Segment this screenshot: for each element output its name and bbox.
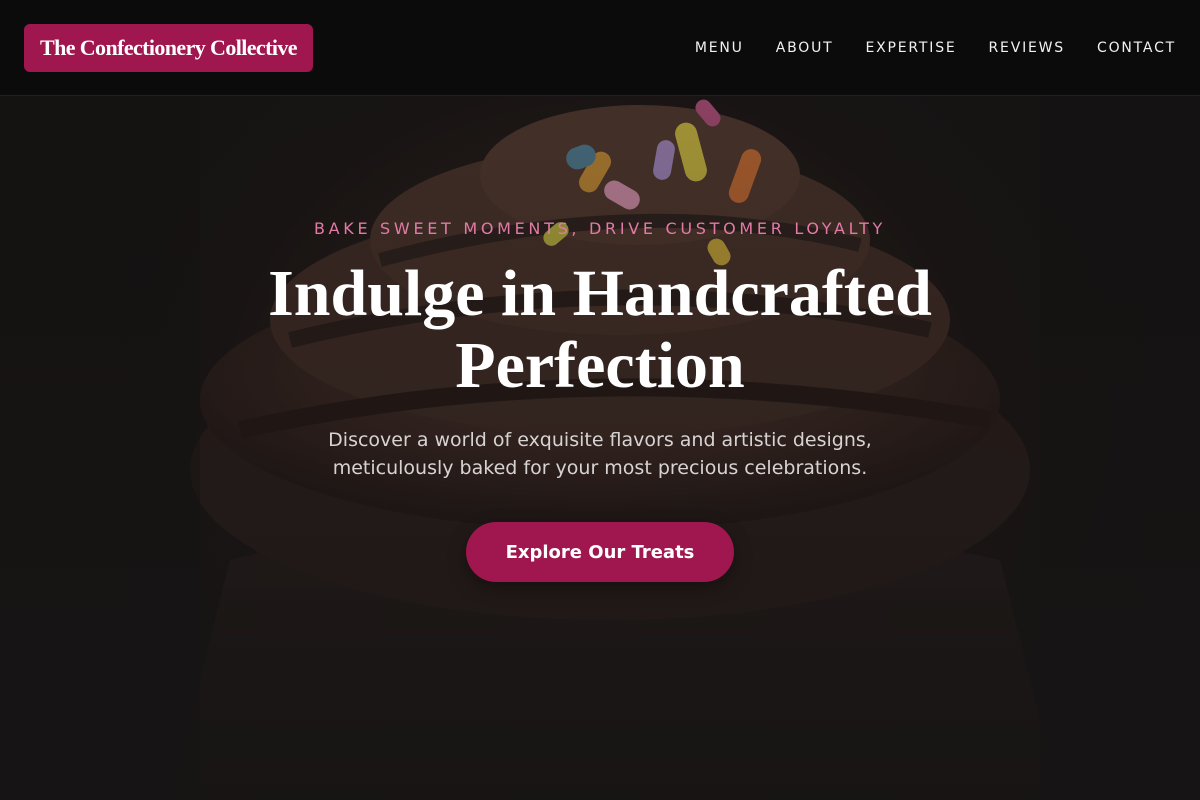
hero-section: BAKE SWEET MOMENTS, DRIVE CUSTOMER LOYAL… — [0, 0, 1200, 800]
hero-headline: Indulge in Handcrafted Perfection — [268, 257, 932, 402]
hero-eyebrow: BAKE SWEET MOMENTS, DRIVE CUSTOMER LOYAL… — [313, 219, 887, 238]
explore-treats-button[interactable]: Explore Our Treats — [466, 522, 734, 582]
hero-subtext: Discover a world of exquisite flavors an… — [328, 429, 872, 479]
